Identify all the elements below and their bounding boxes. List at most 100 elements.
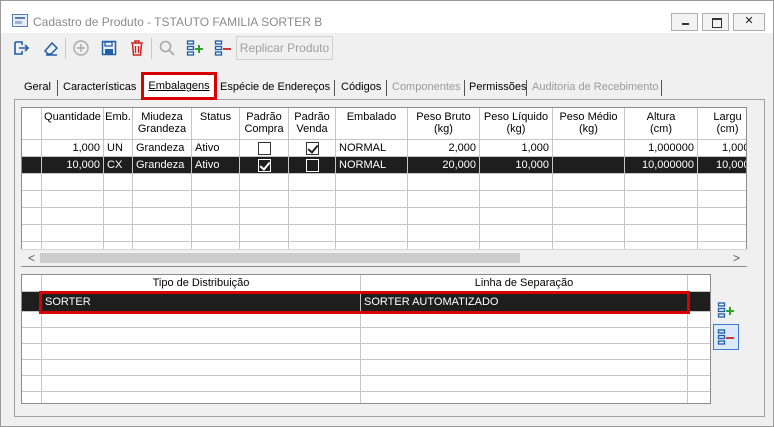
remove-distribution-button[interactable]: [713, 324, 739, 350]
table-cell[interactable]: Grandeza: [133, 140, 192, 157]
empty-cell: [289, 225, 336, 242]
empty-cell: [480, 225, 553, 242]
col-header-peso-bruto[interactable]: Peso Bruto (kg): [408, 108, 480, 140]
maximize-button[interactable]: [702, 13, 729, 31]
table-cell[interactable]: [553, 157, 625, 174]
col-header-altura[interactable]: Altura (cm): [625, 108, 698, 140]
horizontal-scrollbar[interactable]: < >: [21, 249, 747, 266]
scroll-left-icon[interactable]: <: [23, 250, 40, 267]
table-cell[interactable]: Grandeza: [133, 157, 192, 174]
empty-cell: [192, 225, 240, 242]
col-header-emb[interactable]: Emb.: [104, 108, 133, 140]
empty-cell: [625, 208, 698, 225]
empty-cell: [480, 174, 553, 191]
tab-permissoes[interactable]: Permissões: [469, 76, 526, 98]
empty-cell: [361, 376, 688, 392]
empty-cell: [133, 208, 192, 225]
table-cell[interactable]: 10,000: [480, 157, 553, 174]
table-cell[interactable]: [240, 140, 289, 157]
scroll-thumb[interactable]: [40, 253, 520, 263]
remove-row-button[interactable]: [210, 35, 236, 61]
empty-cell: [192, 174, 240, 191]
col-header-peso-medio[interactable]: Peso Médio (kg): [553, 108, 625, 140]
table-cell[interactable]: [553, 140, 625, 157]
empty-cell: [361, 344, 688, 360]
delete-button[interactable]: [124, 35, 150, 61]
table-cell[interactable]: 2,000: [408, 140, 480, 157]
table-cell[interactable]: [240, 157, 289, 174]
product-window: Cadastro de Produto - TSTAUTO FAMILIA SO…: [0, 0, 774, 427]
row-indicator: [22, 376, 42, 392]
table-cell[interactable]: CX: [104, 157, 133, 174]
remove-row-icon: [214, 40, 231, 56]
save-button[interactable]: [96, 35, 122, 61]
new-button[interactable]: [68, 35, 94, 61]
tab-auditoria-recebimento[interactable]: Auditoria de Recebimento: [532, 76, 659, 98]
exit-icon: [14, 41, 30, 55]
empty-cell: [42, 344, 361, 360]
toolbar-separator: [151, 38, 152, 59]
col-header-padrao-compra[interactable]: Padrão Compra: [240, 108, 289, 140]
empty-cell: [289, 208, 336, 225]
row-indicator[interactable]: [22, 140, 42, 157]
table-cell[interactable]: 1,000: [480, 140, 553, 157]
table-cell[interactable]: 1,000000: [625, 140, 698, 157]
col-header-status[interactable]: Status: [192, 108, 240, 140]
empty-cell: [192, 191, 240, 208]
clear-button[interactable]: [38, 35, 64, 61]
col-header-padrao-venda[interactable]: Padrão Venda: [289, 108, 336, 140]
replicate-product-button[interactable]: Replicar Produto: [236, 36, 333, 60]
col-header-peso-liquido[interactable]: Peso Líquido (kg): [480, 108, 553, 140]
search-button[interactable]: [154, 35, 180, 61]
table-cell[interactable]: UN: [104, 140, 133, 157]
packaging-grid[interactable]: Quantidade Emb. Miudeza Grandeza Status …: [21, 107, 747, 267]
col-header-embalado[interactable]: Embalado: [336, 108, 408, 140]
padrao-venda-checkbox[interactable]: [306, 142, 319, 155]
empty-cell: [553, 225, 625, 242]
table-cell[interactable]: 20,000: [408, 157, 480, 174]
tab-embalagens[interactable]: Embalagens: [141, 72, 217, 100]
table-cell[interactable]: 1,000: [42, 140, 104, 157]
empty-cell: [289, 174, 336, 191]
table-cell[interactable]: Ativo: [192, 140, 240, 157]
col-header-miudeza[interactable]: Miudeza Grandeza: [133, 108, 192, 140]
tab-componentes[interactable]: Componentes: [392, 76, 461, 98]
padrao-compra-checkbox[interactable]: [258, 142, 271, 155]
empty-cell: [240, 174, 289, 191]
table-cell[interactable]: Ativo: [192, 157, 240, 174]
empty-cell: [240, 225, 289, 242]
col-header-tipo-distribuicao[interactable]: Tipo de Distribuição: [42, 275, 361, 292]
padrao-venda-checkbox[interactable]: [306, 159, 319, 172]
minimize-button[interactable]: [671, 13, 698, 31]
add-row-button[interactable]: [182, 35, 208, 61]
table-cell[interactable]: [289, 157, 336, 174]
col-header-linha-separacao[interactable]: Linha de Separação: [361, 275, 688, 292]
table-cell[interactable]: 1,000: [698, 140, 746, 157]
table-cell[interactable]: 10,000000: [625, 157, 698, 174]
scroll-right-icon[interactable]: >: [728, 250, 745, 267]
tab-geral[interactable]: Geral: [24, 76, 51, 98]
table-cell[interactable]: NORMAL: [336, 140, 408, 157]
table-cell[interactable]: NORMAL: [336, 157, 408, 174]
table-cell[interactable]: [289, 140, 336, 157]
empty-cell: [361, 312, 688, 328]
empty-cell: [133, 225, 192, 242]
table-cell[interactable]: 10,000: [698, 157, 746, 174]
tab-codigos[interactable]: Códigos: [341, 76, 381, 98]
add-distribution-button[interactable]: [713, 297, 739, 323]
row-indicator[interactable]: [22, 157, 42, 174]
empty-cell: [480, 208, 553, 225]
empty-cell: [42, 191, 104, 208]
col-header-quantidade[interactable]: Quantidade: [42, 108, 104, 140]
empty-cell: [625, 174, 698, 191]
tab-caracteristicas[interactable]: Características: [63, 76, 136, 98]
table-cell[interactable]: 10,000: [42, 157, 104, 174]
close-button[interactable]: ✕: [733, 13, 765, 31]
exit-button[interactable]: [8, 35, 34, 61]
padrao-compra-checkbox[interactable]: [258, 159, 271, 172]
tab-especie-enderecos[interactable]: Espécie de Endereços: [220, 76, 330, 98]
col-header-largura[interactable]: Largu (cm): [698, 108, 746, 140]
empty-cell: [192, 208, 240, 225]
empty-cell: [104, 191, 133, 208]
empty-cell: [42, 360, 361, 376]
